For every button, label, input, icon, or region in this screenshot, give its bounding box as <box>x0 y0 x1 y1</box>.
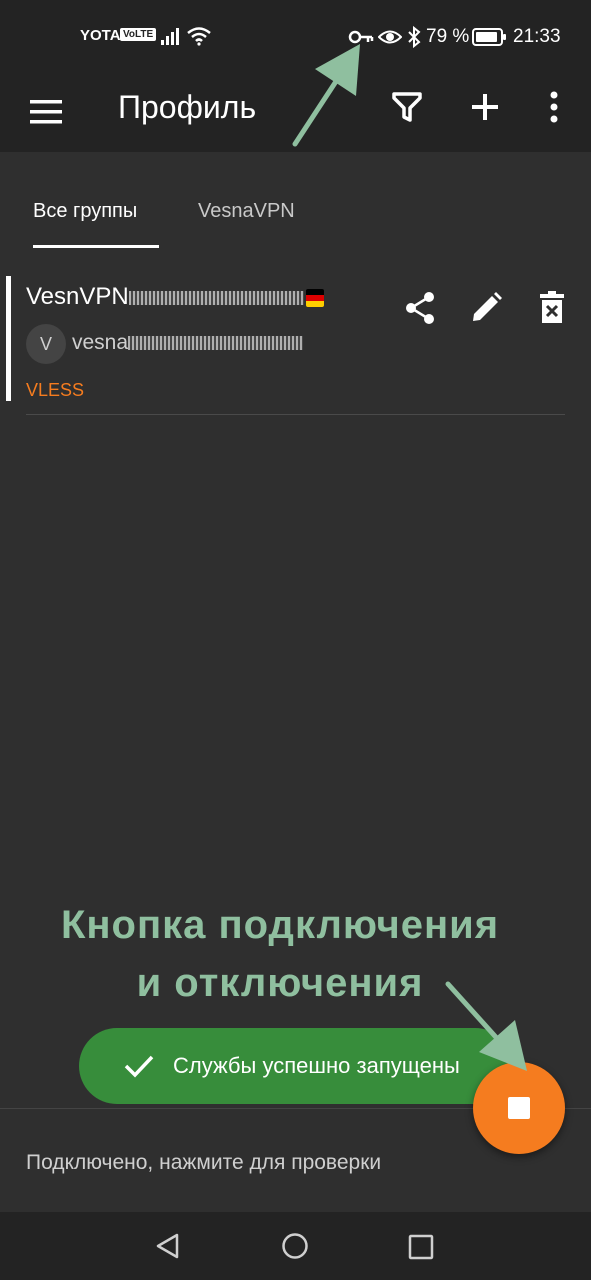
avatar: V <box>26 324 66 364</box>
check-icon <box>124 1055 154 1078</box>
app-toolbar: Профиль <box>0 76 591 152</box>
wifi-icon <box>187 27 211 46</box>
menu-icon[interactable] <box>28 94 64 130</box>
annotation-line-1: Кнопка подключения <box>60 903 500 947</box>
clock: 21:33 <box>513 26 561 47</box>
snackbar: Службы успешно запущены <box>79 1028 513 1104</box>
profile-subtitle: vesna <box>72 331 304 355</box>
recents-icon[interactable] <box>408 1234 434 1260</box>
eye-icon <box>378 30 402 44</box>
redaction-scribble <box>128 336 304 351</box>
stop-icon <box>508 1097 530 1119</box>
delete-icon[interactable] <box>534 290 570 326</box>
tab-indicator <box>33 245 159 248</box>
system-nav-bar <box>0 1212 591 1280</box>
annotation-line-2: и отключения <box>136 961 424 1005</box>
battery-percent: 79 % <box>426 26 470 47</box>
profile-subtitle-text: vesna <box>72 331 129 354</box>
add-icon[interactable] <box>468 90 502 124</box>
edit-icon[interactable] <box>468 290 504 326</box>
signal-icon <box>161 28 179 45</box>
selected-indicator <box>6 276 11 401</box>
connect-toggle-button[interactable] <box>473 1062 565 1154</box>
volte-badge: VoLTE <box>120 28 157 41</box>
carrier-label: YOTA <box>80 27 121 44</box>
germany-flag-icon <box>305 288 324 307</box>
back-icon[interactable] <box>154 1232 182 1260</box>
status-bar: YOTA VoLTE 79 % 21:33 <box>0 0 591 76</box>
card-divider <box>26 414 565 415</box>
annotation-text: Кнопка подключения и отключения <box>0 896 560 1012</box>
connection-status-text[interactable]: Подключено, нажмите для проверки <box>26 1151 381 1175</box>
bluetooth-icon <box>408 25 421 49</box>
vpn-key-icon <box>348 30 374 44</box>
protocol-label: VLESS <box>26 380 85 400</box>
more-vert-icon[interactable] <box>540 90 568 124</box>
page-title: Профиль <box>118 89 257 125</box>
profile-name: VesnVPN <box>26 283 324 311</box>
battery-icon <box>472 28 506 46</box>
home-icon[interactable] <box>281 1232 309 1260</box>
snackbar-text: Службы успешно запущены <box>173 1053 460 1078</box>
tab-vesnavpn[interactable]: VesnaVPN <box>198 200 295 223</box>
tab-all-groups[interactable]: Все группы <box>33 200 137 223</box>
redaction-scribble <box>128 290 304 305</box>
share-icon[interactable] <box>402 290 438 326</box>
profile-name-text: VesnVPN <box>26 283 129 310</box>
filter-icon[interactable] <box>390 90 424 124</box>
